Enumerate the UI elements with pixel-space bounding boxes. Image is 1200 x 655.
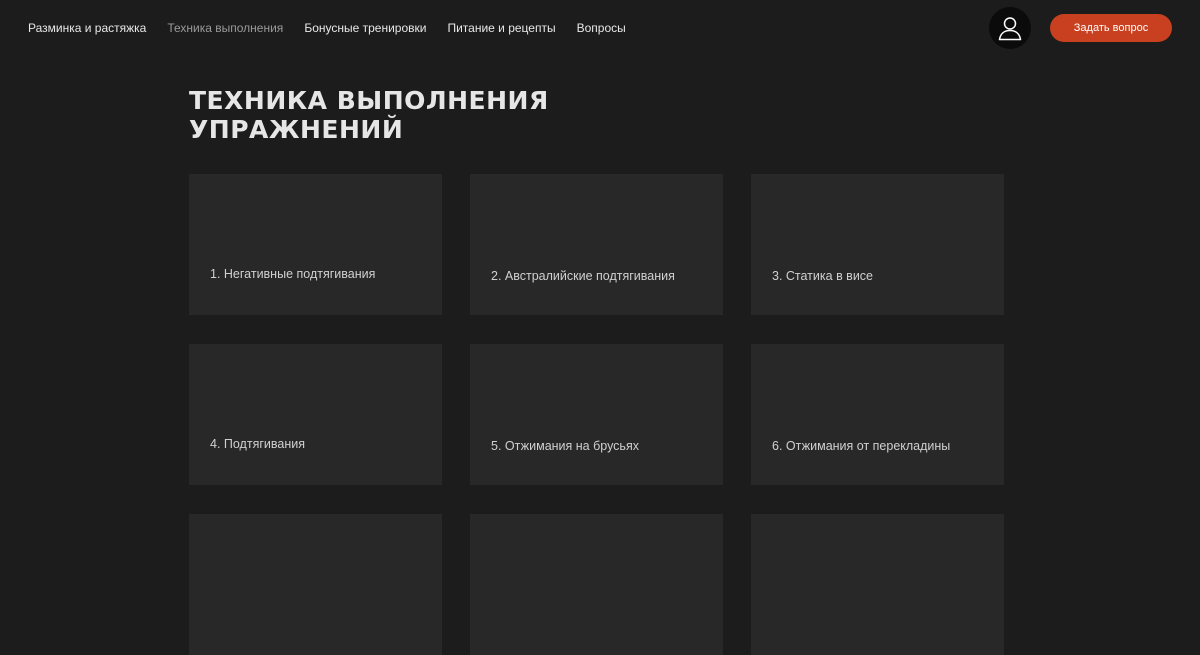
exercise-grid: 1. Негативные подтягивания 2. Австралийс… bbox=[189, 174, 1004, 655]
ask-question-button[interactable]: Задать вопрос bbox=[1050, 14, 1172, 42]
page-title: Техника выполнения упражнений bbox=[189, 86, 549, 144]
exercise-card-label: 2. Австралийские подтягивания bbox=[491, 269, 675, 283]
exercise-card[interactable]: 5. Отжимания на брусьях bbox=[470, 344, 723, 485]
exercise-card[interactable] bbox=[470, 514, 723, 655]
nav-item-technique[interactable]: Техника выполнения bbox=[167, 20, 283, 37]
exercise-card-label: 1. Негативные подтягивания bbox=[210, 267, 376, 281]
exercise-card-label: 3. Статика в висе bbox=[772, 269, 874, 283]
user-icon bbox=[998, 17, 1022, 41]
exercise-card[interactable]: 3. Статика в висе bbox=[751, 174, 1004, 315]
main-nav: Разминка и растяжка Техника выполнения Б… bbox=[28, 20, 626, 37]
exercise-card[interactable]: 2. Австралийские подтягивания bbox=[470, 174, 723, 315]
nav-item-warmup[interactable]: Разминка и растяжка bbox=[28, 20, 146, 37]
page-title-line-1: Техника выполнения bbox=[189, 86, 549, 115]
exercise-card[interactable]: 6. Отжимания от перекладины bbox=[751, 344, 1004, 485]
nav-item-bonus-workouts[interactable]: Бонусные тренировки bbox=[304, 20, 426, 37]
nav-item-questions[interactable]: Вопросы bbox=[577, 20, 626, 37]
exercise-card-label: 5. Отжимания на брусьях bbox=[491, 439, 639, 453]
nav-item-nutrition[interactable]: Питание и рецепты bbox=[447, 20, 555, 37]
exercise-card-label: 4. Подтягивания bbox=[210, 437, 305, 451]
exercise-card[interactable] bbox=[189, 514, 442, 655]
exercise-card[interactable]: 1. Негативные подтягивания bbox=[189, 174, 442, 315]
profile-avatar-button[interactable] bbox=[989, 7, 1031, 49]
exercise-card[interactable] bbox=[751, 514, 1004, 655]
page-title-line-2: упражнений bbox=[189, 115, 404, 144]
exercise-card[interactable]: 4. Подтягивания bbox=[189, 344, 442, 485]
exercise-card-label: 6. Отжимания от перекладины bbox=[772, 439, 951, 453]
